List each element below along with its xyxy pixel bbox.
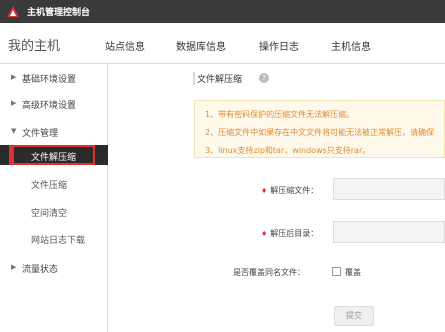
sidebar-item-label: 网站日志下载 — [31, 236, 86, 246]
target-dir-label: ♦ 解压后目录： — [261, 228, 318, 239]
overwrite-option-label[interactable]: 覆盖 — [345, 267, 361, 278]
sidebar-group-label: 高级环境设置 — [22, 101, 77, 111]
app-logo-icon — [6, 5, 20, 19]
top-navbar: 我的主机 站点信息 数据库信息 操作日志 主机信息 — [0, 23, 445, 64]
sidebar-group-label: 文件管理 — [22, 129, 59, 139]
sidebar-group-label: 基础环境设置 — [22, 75, 77, 85]
page-title: 文件解压缩 — [197, 75, 243, 85]
sidebar-item-clear-space[interactable]: 空间清空 — [0, 201, 108, 221]
tab-host-info[interactable]: 主机信息 — [331, 38, 371, 53]
overwrite-checkbox[interactable] — [332, 267, 341, 276]
archive-file-label: ♦ 解压缩文件： — [261, 185, 318, 196]
archive-file-label-text: 解压缩文件： — [270, 186, 319, 195]
required-marker-icon: ♦ — [261, 187, 268, 195]
sidebar-group-advanced-env[interactable]: ▶ 高级环境设置 — [0, 94, 108, 114]
title-bar: 主机管理控制台 — [0, 0, 445, 23]
notice-box: 1、带有密码保护的压缩文件无法解压缩。 2、压缩文件中如果存在中文文件将可能无法… — [194, 100, 445, 158]
app-title: 主机管理控制台 — [27, 8, 91, 18]
highlight-box — [12, 145, 95, 165]
sidebar-item-label: 空间清空 — [31, 209, 68, 219]
chevron-right-icon: ▶ — [11, 263, 17, 271]
submit-button[interactable]: 提交 — [334, 306, 374, 326]
tab-operation-log[interactable]: 操作日志 — [259, 38, 299, 53]
sidebar-group-traffic-status[interactable]: ▶ 流量状态 — [0, 258, 108, 278]
help-icon[interactable]: ? — [259, 73, 269, 83]
tab-database-info[interactable]: 数据库信息 — [176, 38, 226, 53]
chevron-right-icon: ▶ — [11, 99, 17, 107]
tab-site-info[interactable]: 站点信息 — [105, 38, 145, 53]
archive-file-input[interactable] — [333, 178, 445, 200]
sidebar-group-file-management[interactable]: ▼ 文件管理 — [0, 122, 108, 142]
notice-line: 3、linux支持zip和tar，windows只支持rar。 — [205, 146, 371, 155]
target-dir-input[interactable] — [333, 221, 445, 243]
sidebar-group-basic-env[interactable]: ▶ 基础环境设置 — [0, 68, 108, 88]
sidebar-group-label: 流量状态 — [22, 265, 59, 275]
sidebar: ▶ 基础环境设置 ▶ 高级环境设置 ▼ 文件管理 文件解压缩 文件压缩 空间清空… — [0, 64, 108, 332]
notice-line: 1、带有密码保护的压缩文件无法解压缩。 — [205, 110, 355, 119]
notice-line: 2、压缩文件中如果存在中文文件将可能无法被正常解压，请确保 — [205, 128, 435, 137]
required-marker-icon: ♦ — [261, 230, 268, 238]
sidebar-item-log-download[interactable]: 网站日志下载 — [0, 228, 108, 248]
chevron-down-icon: ▼ — [11, 127, 17, 135]
chevron-right-icon: ▶ — [11, 73, 17, 81]
section-divider — [193, 72, 195, 85]
brand-title[interactable]: 我的主机 — [8, 35, 60, 54]
overwrite-label: 是否覆盖同名文件： — [233, 268, 305, 277]
main-content: 文件解压缩 ? 1、带有密码保护的压缩文件无法解压缩。 2、压缩文件中如果存在中… — [109, 64, 445, 332]
target-dir-label-text: 解压后目录： — [270, 229, 319, 238]
sidebar-item-label: 文件压缩 — [31, 181, 68, 191]
sidebar-item-file-zip[interactable]: 文件压缩 — [0, 173, 108, 193]
